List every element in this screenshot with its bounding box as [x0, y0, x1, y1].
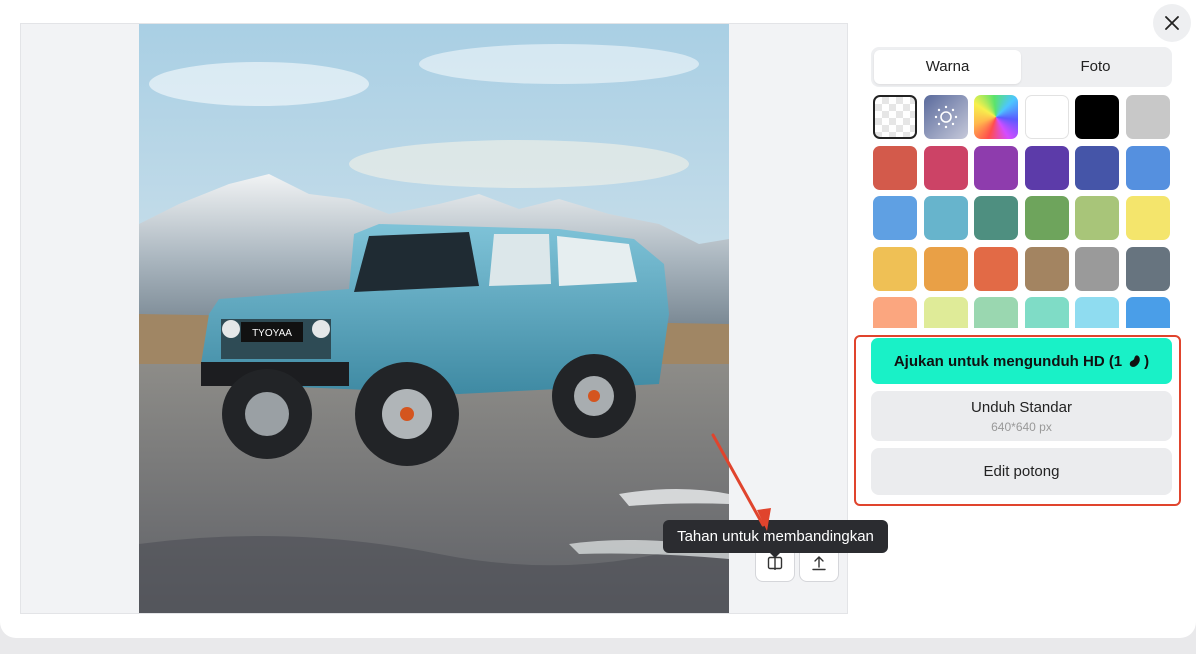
tab-foto[interactable]: Foto — [1022, 50, 1169, 84]
swatch-transparent[interactable] — [873, 95, 917, 139]
swatch-color[interactable] — [923, 246, 968, 291]
swatch-color[interactable] — [873, 145, 917, 190]
swatch-color[interactable] — [1125, 196, 1170, 240]
background-tabs: Warna Foto — [871, 47, 1172, 87]
swatch-color[interactable] — [1075, 95, 1120, 139]
swatch-color[interactable] — [1125, 297, 1170, 328]
swatch-color[interactable] — [923, 297, 968, 328]
close-button[interactable] — [1153, 4, 1191, 42]
result-photo: TYOYAA — [139, 24, 729, 613]
download-hd-suffix: ) — [1144, 352, 1150, 370]
swatch-color[interactable] — [974, 196, 1019, 240]
swatch-color[interactable] — [1024, 297, 1069, 328]
download-hd-button[interactable]: Ajukan untuk mengunduh HD (1 ) — [871, 338, 1172, 384]
swatch-custom-color[interactable] — [974, 95, 1019, 139]
swatch-color[interactable] — [1125, 95, 1170, 139]
swatch-color[interactable] — [873, 246, 917, 291]
tooltip-pointer — [769, 552, 781, 558]
swatch-color[interactable] — [974, 145, 1019, 190]
swatch-color[interactable] — [873, 196, 917, 240]
swatch-color[interactable] — [1075, 297, 1120, 328]
color-swatch-grid — [873, 95, 1170, 328]
license-plate: TYOYAA — [252, 328, 292, 339]
swatch-color[interactable] — [873, 297, 917, 328]
swatch-color[interactable] — [974, 246, 1019, 291]
swatch-color[interactable] — [1024, 196, 1069, 240]
upload-icon — [812, 556, 826, 571]
bean-credit-icon — [1129, 355, 1140, 367]
swatch-color[interactable] — [1075, 145, 1120, 190]
annotation-arrow — [711, 433, 771, 531]
swatch-color[interactable] — [1024, 246, 1069, 291]
download-standard-button[interactable]: Unduh Standar 640*640 px — [871, 391, 1172, 441]
swatch-blur[interactable] — [923, 95, 968, 139]
download-standard-size: 640*640 px — [991, 420, 1052, 434]
close-icon — [1165, 16, 1179, 30]
tab-warna[interactable]: Warna — [874, 50, 1021, 84]
download-hd-label: Ajukan untuk mengunduh HD (1 — [893, 352, 1123, 370]
edit-crop-button[interactable]: Edit potong — [871, 448, 1172, 495]
swatch-color[interactable] — [974, 297, 1019, 328]
swatch-color[interactable] — [923, 145, 968, 190]
editor-modal: TYOYAA Tahan untuk membandingkan Warna F… — [0, 0, 1196, 638]
swatch-color[interactable] — [923, 196, 968, 240]
swatch-color[interactable] — [1125, 145, 1170, 190]
blur-icon — [934, 105, 957, 129]
swatch-color[interactable] — [1024, 95, 1069, 139]
swatch-color[interactable] — [1075, 246, 1120, 291]
swatch-color[interactable] — [1024, 145, 1069, 190]
swatch-color[interactable] — [1075, 196, 1120, 240]
download-standard-label: Unduh Standar — [971, 399, 1072, 416]
swatch-color[interactable] — [1125, 246, 1170, 291]
car-photo-image: TYOYAA — [139, 24, 729, 613]
